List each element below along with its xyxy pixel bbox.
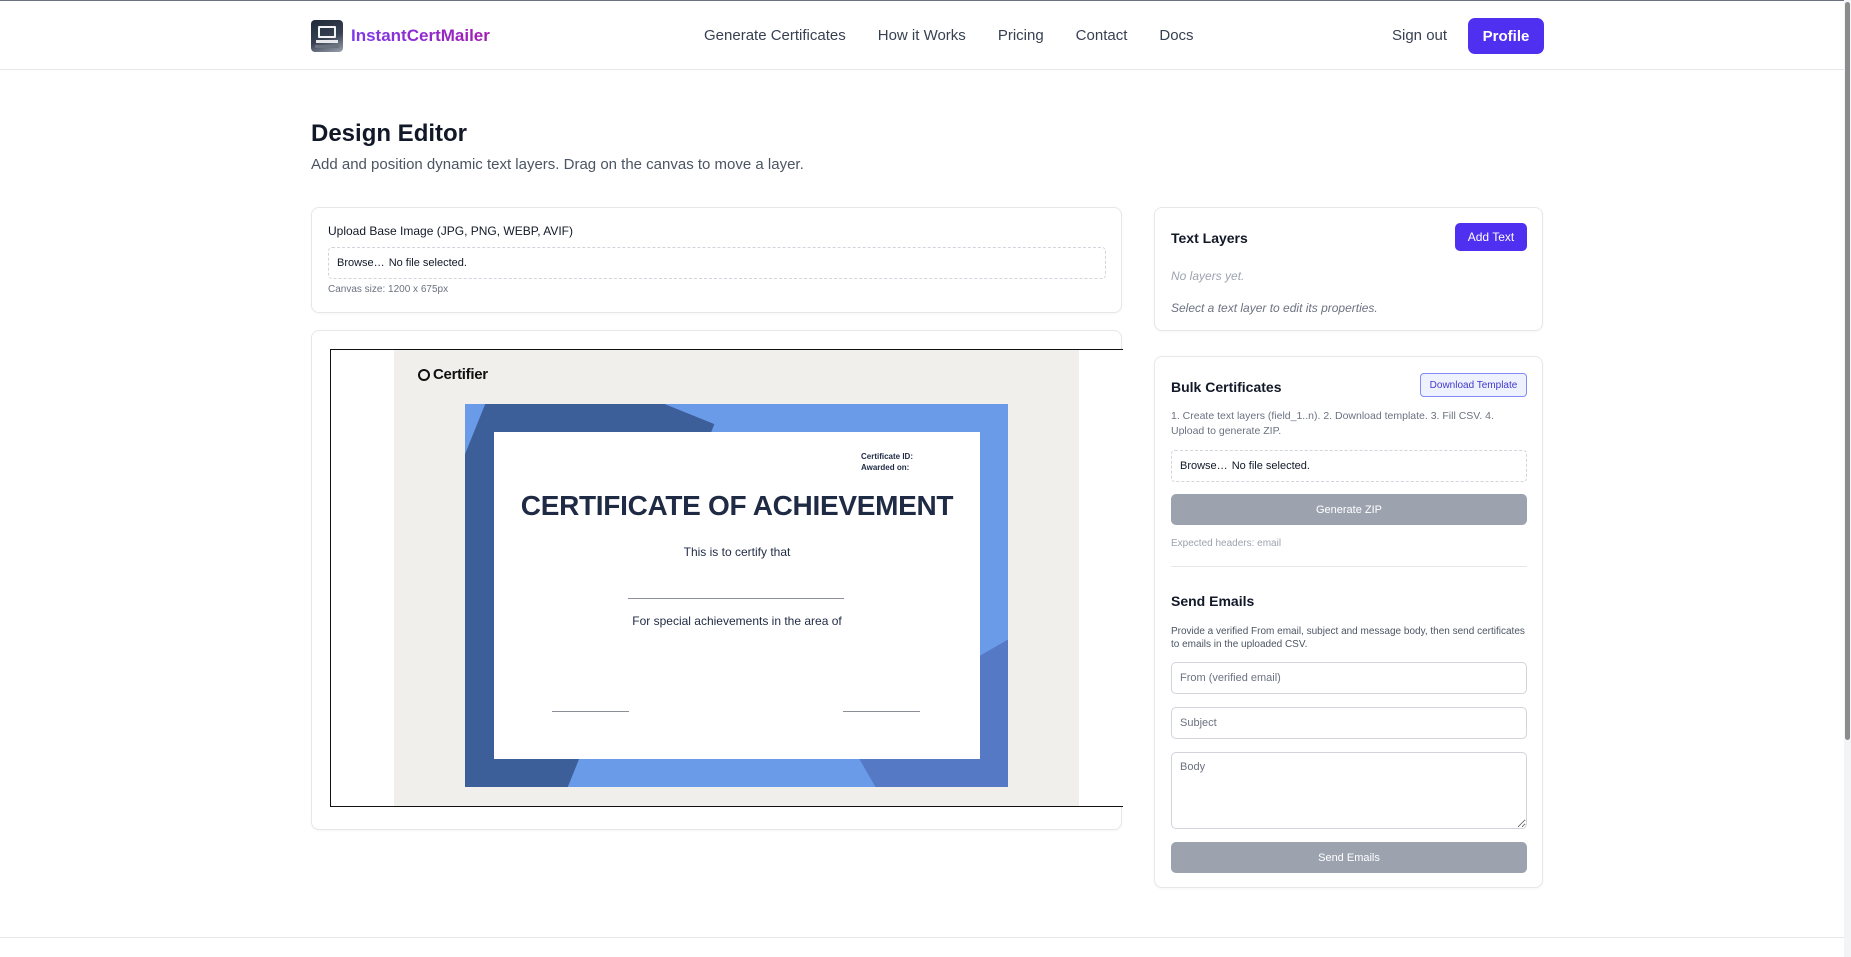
nav-pricing[interactable]: Pricing	[998, 27, 1044, 44]
brand-link[interactable]: InstantCertMailer	[311, 20, 490, 52]
csv-file-input[interactable]: Browse… No file selected.	[1171, 450, 1527, 482]
signature-line-right	[843, 711, 920, 712]
file-status: No file selected.	[388, 257, 467, 269]
send-emails-button[interactable]: Send Emails	[1171, 842, 1527, 873]
certificate-heading: CERTIFICATE OF ACHIEVEMENT	[520, 490, 954, 521]
expected-headers-text: Expected headers: email	[1171, 538, 1282, 549]
send-emails-description: Provide a verified From email, subject a…	[1171, 626, 1525, 650]
nav-contact[interactable]: Contact	[1076, 27, 1128, 44]
canvas-size-text: Canvas size: 1200 x 675px	[328, 284, 449, 295]
signature-line-left	[552, 711, 629, 712]
csv-browse-button[interactable]: Browse…	[1180, 460, 1228, 472]
nav-generate-certificates[interactable]: Generate Certificates	[704, 27, 846, 44]
nav-docs[interactable]: Docs	[1159, 27, 1193, 44]
canvas-card: Certifier Certificate ID: Awarded on: CE…	[311, 330, 1123, 830]
certificate-meta: Certificate ID: Awarded on:	[861, 451, 913, 473]
select-layer-hint: Select a text layer to edit its properti…	[1171, 301, 1378, 315]
page-title: Design Editor	[311, 120, 468, 147]
download-template-button[interactable]: Download Template	[1420, 373, 1527, 397]
design-canvas[interactable]: Certifier Certificate ID: Awarded on: CE…	[330, 349, 1123, 807]
base-image-file-input[interactable]: Browse… No file selected.	[328, 247, 1106, 279]
upload-label: Upload Base Image (JPG, PNG, WEBP, AVIF)	[328, 224, 573, 238]
certifier-logo: Certifier	[418, 366, 488, 383]
upload-base-image-card: Upload Base Image (JPG, PNG, WEBP, AVIF)…	[311, 207, 1122, 313]
send-emails-title: Send Emails	[1171, 593, 1255, 609]
generate-zip-button[interactable]: Generate ZIP	[1171, 494, 1527, 525]
certifier-logo-icon	[418, 368, 430, 381]
sign-out-link[interactable]: Sign out	[1392, 27, 1447, 44]
scrollbar-thumb[interactable]	[1845, 2, 1850, 740]
recipient-name-line	[628, 598, 844, 599]
csv-file-status: No file selected.	[1231, 460, 1310, 472]
add-text-button[interactable]: Add Text	[1455, 223, 1527, 251]
text-layers-card: Text Layers Add Text No layers yet. Sele…	[1154, 207, 1543, 331]
browse-button[interactable]: Browse…	[337, 257, 385, 269]
brand-name: InstantCertMailer	[351, 26, 490, 45]
awarded-on-label: Awarded on:	[860, 463, 910, 472]
certificate-paper: Certificate ID: Awarded on: CERTIFICATE …	[494, 432, 980, 759]
subject-field[interactable]	[1171, 707, 1527, 739]
bulk-certificates-title: Bulk Certificates	[1171, 379, 1282, 395]
certifier-logo-text: Certifier	[433, 366, 488, 383]
page-scrollbar[interactable]	[1844, 0, 1851, 957]
section-divider	[1171, 566, 1527, 567]
certificate-border: Certificate ID: Awarded on: CERTIFICATE …	[465, 404, 1008, 787]
profile-button[interactable]: Profile	[1468, 18, 1544, 54]
certify-text: This is to certify that	[683, 545, 791, 559]
no-layers-text: No layers yet.	[1171, 269, 1245, 283]
certificate-id-label: Certificate ID:	[860, 452, 913, 461]
page-subtitle: Add and position dynamic text layers. Dr…	[311, 156, 804, 173]
achievement-area-text: For special achievements in the area of	[632, 614, 842, 628]
body-field[interactable]	[1171, 752, 1527, 829]
certificate-image: Certifier Certificate ID: Awarded on: CE…	[394, 350, 1079, 806]
nav-how-it-works[interactable]: How it Works	[878, 27, 966, 44]
bulk-instructions: 1. Create text layers (field_1..n). 2. D…	[1171, 410, 1494, 437]
brand-logo-icon	[311, 20, 343, 52]
footer-divider	[0, 937, 1844, 938]
from-email-field[interactable]	[1171, 662, 1527, 694]
top-nav-bar: InstantCertMailer Generate Certificates …	[0, 0, 1851, 70]
main-nav: Generate Certificates How it Works Prici…	[704, 27, 1226, 44]
text-layers-title: Text Layers	[1171, 230, 1248, 246]
bulk-certificates-card: Bulk Certificates Download Template 1. C…	[1154, 356, 1543, 888]
